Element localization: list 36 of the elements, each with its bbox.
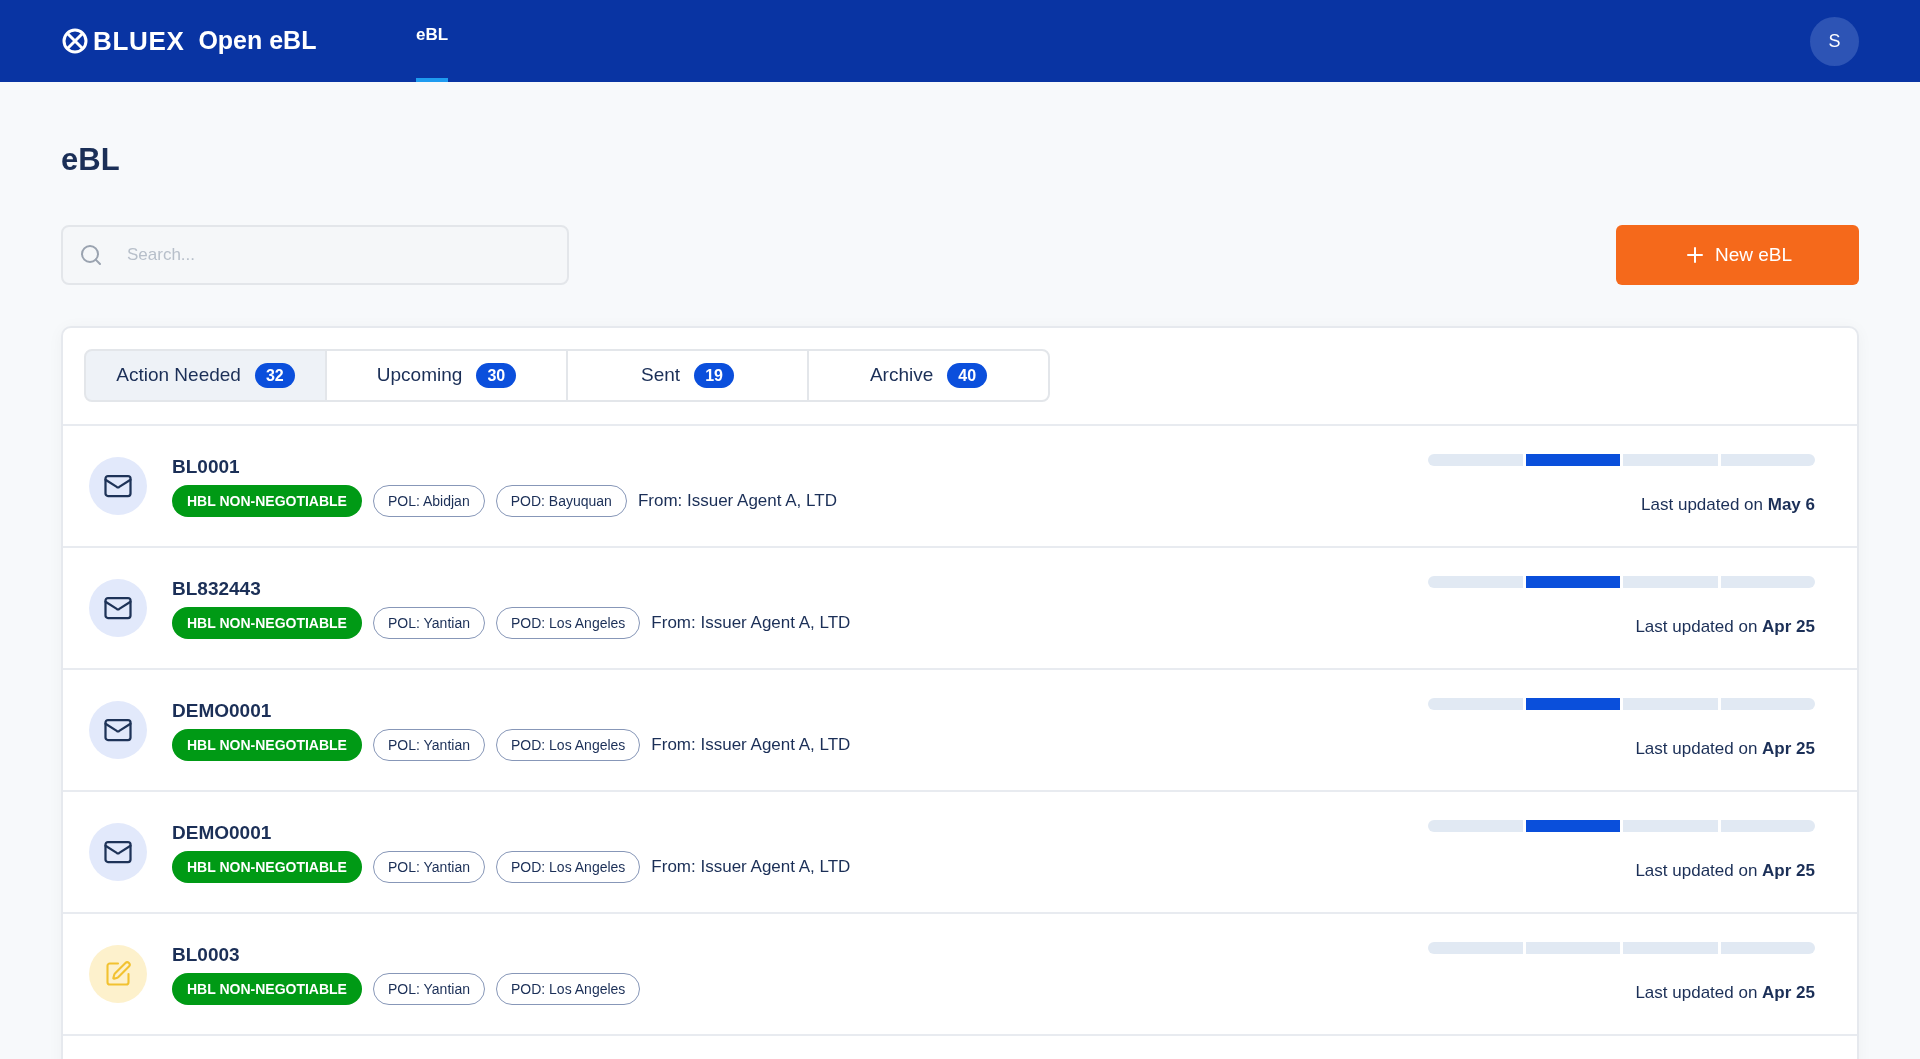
sender-text: From: Issuer Agent A, LTD [637,490,837,513]
page-title: eBL [61,141,121,179]
sender-text: From: Issuer Agent A, LTD [651,856,851,879]
nav-tab[interactable]: eBL [416,0,449,82]
ebl-number[interactable]: DEMO0001 [172,821,851,845]
ebl-number[interactable]: BL0001 [172,455,837,479]
pencil-square-icon [104,960,132,988]
filter-tab[interactable]: Action Needed 32 [84,349,327,402]
document-type-tag: HBL NON-NEGOTIABLE [172,973,362,1005]
sender-text: From: Issuer Agent A, LTD [651,612,851,635]
last-updated-text: Last updated on Apr 25 [1635,860,1815,883]
count-badge: 19 [694,363,734,388]
filter-tab[interactable]: Sent 19 [566,349,809,402]
count-badge: 32 [254,363,295,388]
search-icon [79,243,103,267]
document-type-tag: HBL NON-NEGOTIABLE [172,729,362,761]
last-updated-text: Last updated on Apr 25 [1635,738,1815,761]
count-badge: 40 [947,363,988,388]
filter-tab[interactable]: Upcoming 30 [325,349,568,402]
sender-text: From: Issuer Agent A, LTD [651,734,851,757]
user-avatar[interactable]: S [1810,16,1859,66]
last-updated-text: Last updated on Apr 25 [1635,616,1815,639]
logo-icon [61,27,89,55]
ebl-number[interactable]: DEMO0001 [172,699,851,723]
search-field[interactable]: Search... [61,225,569,285]
ebl-number[interactable]: BL0003 [172,943,641,967]
product-name: Open eBL [198,25,317,57]
brand-name: BLUEX [93,24,185,58]
last-updated-text: Last updated on May 6 [1641,494,1815,517]
ebl-number[interactable]: BL832443 [172,577,851,601]
count-badge: 30 [476,363,517,388]
document-type-tag: HBL NON-NEGOTIABLE [172,607,362,639]
document-type-tag: HBL NON-NEGOTIABLE [172,485,362,517]
filter-tab[interactable]: Archive 40 [807,349,1050,402]
document-type-tag: HBL NON-NEGOTIABLE [172,851,362,883]
last-updated-text: Last updated on Apr 25 [1635,982,1815,1005]
